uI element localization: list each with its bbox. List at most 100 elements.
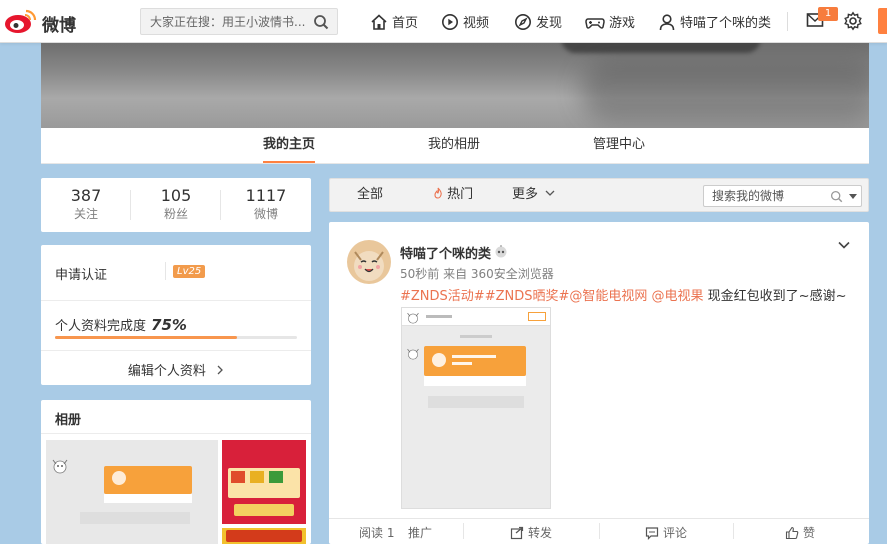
search-icon[interactable] (830, 190, 843, 203)
like-button[interactable]: 赞 (785, 524, 815, 541)
comment-label: 评论 (663, 526, 688, 540)
nav-video-label: 视频 (463, 16, 490, 31)
cat-sticker-icon (407, 312, 419, 324)
comment-button[interactable]: 评论 (645, 524, 687, 541)
feed-search-input[interactable] (704, 186, 822, 206)
chevron-right-icon (217, 365, 223, 375)
divider (599, 523, 600, 539)
divider (733, 523, 734, 539)
post-meta: 50秒前 来自 360安全浏览器 (400, 267, 554, 281)
home-icon (371, 13, 387, 30)
stat-followers[interactable]: 105 粉丝 (131, 186, 221, 222)
brand-name: 微博 (42, 16, 76, 36)
tab-manage-center[interactable]: 管理中心 (593, 128, 645, 163)
avatar[interactable] (347, 240, 391, 284)
repost-label: 转发 (528, 526, 553, 540)
nav-home[interactable]: 首页 (370, 0, 418, 43)
search-input[interactable] (141, 9, 309, 34)
chevron-down-icon[interactable] (837, 238, 851, 252)
post-action-bar: 阅读 1 推广 转发 评论 赞 (329, 518, 869, 544)
post-username[interactable]: 特喵了个咪的类 (400, 243, 491, 262)
video-icon (442, 13, 458, 30)
promote-button[interactable]: 推广 (408, 524, 432, 541)
user-icon (659, 13, 675, 30)
mention-link[interactable]: @智能电视网 (569, 289, 647, 304)
filter-tab-all[interactable]: 全部 (357, 179, 383, 211)
profile-tab-bar: 我的主页 我的相册 管理中心 (41, 128, 869, 164)
album-title: 相册 (55, 413, 82, 428)
mention-link[interactable]: @电视果 (652, 289, 704, 304)
hashtag-link[interactable]: #ZNDS晒奖# (485, 289, 570, 304)
flame-icon (434, 187, 442, 199)
filter-tab-hot[interactable]: 热门 (433, 179, 473, 211)
feed-search (703, 185, 862, 207)
album-photo[interactable] (46, 440, 218, 544)
stats-card: 387 关注 105 粉丝 1117 微博 (41, 178, 311, 232)
feed-post: 特喵了个咪的类 50秒前 来自 360安全浏览器 #ZNDS活动##ZNDS晒奖… (329, 222, 869, 544)
global-search (140, 8, 338, 35)
message-badge: 1 (818, 7, 838, 21)
cat-sticker-icon (407, 348, 419, 360)
stat-posts[interactable]: 1117 微博 (221, 186, 311, 222)
cover-shadow (581, 61, 869, 121)
hashtag-link[interactable]: #ZNDS活动# (400, 289, 485, 304)
post-image[interactable] (401, 307, 551, 509)
nav-user[interactable]: 特喵了个咪的类 (658, 0, 771, 43)
profile-completion-label: 个人资料完成度 (55, 319, 147, 334)
side-edge-tab[interactable] (878, 8, 887, 34)
profile-completion-bar (55, 336, 297, 339)
tab-my-album[interactable]: 我的相册 (428, 128, 480, 163)
cover-shape (561, 43, 761, 53)
repost-button[interactable]: 转发 (510, 524, 552, 541)
share-icon (510, 526, 524, 539)
album-card: 相册 (41, 400, 311, 544)
thumbs-up-icon (785, 526, 799, 539)
compass-icon (515, 13, 531, 30)
gear-icon[interactable] (843, 11, 863, 31)
weibo-logo[interactable]: 微博 (4, 8, 80, 36)
album-photo[interactable] (222, 528, 306, 544)
stat-following[interactable]: 387 关注 (41, 186, 131, 222)
filter-tab-more-label: 更多 (512, 187, 539, 202)
edit-profile-link[interactable]: 编辑个人资料 (41, 360, 311, 379)
cat-avatar-icon (347, 240, 391, 284)
robot-icon[interactable] (494, 244, 508, 258)
read-count: 阅读 1 (359, 526, 395, 540)
nav-video[interactable]: 视频 (441, 0, 489, 43)
search-icon[interactable] (313, 14, 329, 30)
nav-discover[interactable]: 发现 (514, 0, 562, 43)
profile-info-card: 申请认证 Lv25 个人资料完成度 75% 编辑个人资料 (41, 245, 311, 385)
top-navigation: 微博 首页 视频 发现 (0, 0, 887, 43)
profile-completion-fill (55, 336, 237, 339)
filter-tab-hot-label: 热门 (447, 187, 474, 202)
caret-down-icon[interactable] (849, 194, 857, 200)
feed-filter-bar: 全部 热门 更多 (329, 178, 869, 212)
post-text: #ZNDS活动##ZNDS晒奖#@智能电视网 @电视果 现金红包收到了~感谢~ (400, 285, 846, 304)
like-label: 赞 (803, 526, 816, 540)
profile-completion-value: 75% (151, 316, 187, 334)
divider (41, 350, 311, 351)
post-text-segment: 现金红包收到了~感谢~ (703, 289, 847, 304)
profile-cover (41, 43, 869, 128)
album-photo[interactable] (222, 440, 306, 524)
filter-tab-more[interactable]: 更多 (512, 179, 555, 211)
profile-completion: 个人资料完成度 75% (55, 315, 187, 334)
level-badge[interactable]: Lv25 (173, 265, 206, 278)
cat-sticker-icon (52, 459, 68, 474)
comment-icon (645, 526, 659, 540)
verify-divider (165, 262, 166, 280)
stat-followers-value: 105 (160, 186, 192, 205)
weibo-logo-icon (5, 9, 37, 33)
stat-followers-label: 粉丝 (163, 207, 188, 221)
nav-games[interactable]: 游戏 (585, 0, 635, 43)
chevron-down-icon (545, 190, 555, 196)
nav-discover-label: 发现 (536, 16, 563, 31)
tab-my-home[interactable]: 我的主页 (263, 128, 316, 163)
stat-following-value: 387 (70, 186, 102, 205)
stat-posts-label: 微博 (253, 207, 278, 221)
divider (463, 523, 464, 539)
nav-divider (787, 12, 788, 31)
apply-verification-link[interactable]: 申请认证 (55, 264, 107, 283)
edit-profile-label: 编辑个人资料 (127, 364, 206, 379)
nav-user-label: 特喵了个咪的类 (680, 16, 772, 31)
